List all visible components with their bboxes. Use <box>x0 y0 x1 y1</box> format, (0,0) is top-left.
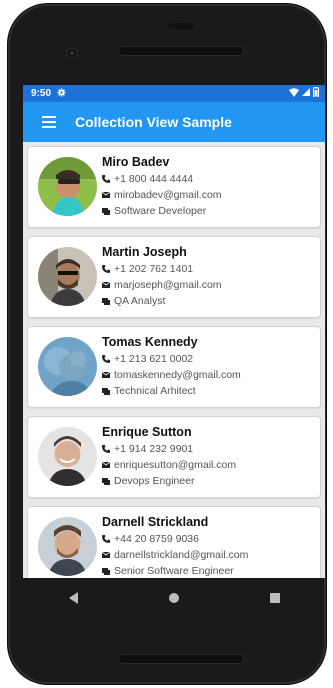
contact-role: QA Analyst <box>114 295 166 307</box>
email-icon <box>102 282 114 288</box>
contact-phone: +1 914 232 9901 <box>114 443 194 455</box>
status-time: 9:50 <box>31 88 52 99</box>
app-toolbar: Collection View Sample <box>23 102 325 142</box>
contact-role: Technical Arhitect <box>114 385 196 397</box>
contact-role: Senior Software Engineer <box>114 565 234 577</box>
contact-email: darnellstrickland@gmail.com <box>114 549 249 561</box>
contact-card[interactable]: Tomas Kennedy +1 213 621 0002 tomaskenne… <box>27 326 321 408</box>
contact-phone: +1 202 762 1401 <box>114 263 194 275</box>
hamburger-icon[interactable] <box>23 102 75 142</box>
battery-icon <box>313 87 319 100</box>
contact-card[interactable]: Martin Joseph +1 202 762 1401 marjoseph@… <box>27 236 321 318</box>
contact-role: Software Developer <box>114 205 207 217</box>
badge-icon <box>102 567 114 575</box>
contact-list: Miro Badev +1 800 444 4444 mirobadev@gma… <box>23 142 325 578</box>
contact-name: Martin Joseph <box>102 245 187 259</box>
avatar <box>38 337 97 396</box>
contact-name: Tomas Kennedy <box>102 335 198 349</box>
phone-icon <box>102 265 114 273</box>
signal-icon <box>302 88 310 99</box>
contact-phone: +1 213 621 0002 <box>114 353 194 365</box>
badge-icon <box>102 297 114 305</box>
phone-icon <box>102 355 114 363</box>
app-screen: 9:50 Collection View Sample Miro Badev +… <box>23 85 325 578</box>
contact-email: tomaskennedy@gmail.com <box>114 369 241 381</box>
contact-email: enriquesutton@gmail.com <box>114 459 237 471</box>
contact-email: marjoseph@gmail.com <box>114 279 222 291</box>
contact-name: Darnell Strickland <box>102 515 209 529</box>
email-icon <box>102 192 114 198</box>
gear-icon <box>57 87 66 100</box>
avatar <box>38 157 97 216</box>
earpiece-speaker <box>118 46 244 56</box>
email-icon <box>102 372 114 378</box>
phone-icon <box>102 175 114 183</box>
contact-role: Devops Engineer <box>114 475 195 487</box>
contact-name: Miro Badev <box>102 155 170 169</box>
badge-icon <box>102 387 114 395</box>
avatar <box>38 427 97 486</box>
email-icon <box>102 552 114 558</box>
recent-apps-icon[interactable] <box>269 593 280 603</box>
contact-phone: +44 20 8759 9036 <box>114 533 199 545</box>
badge-icon <box>102 207 114 215</box>
camera-lens <box>70 51 74 55</box>
contact-name: Enrique Sutton <box>102 425 192 439</box>
email-icon <box>102 462 114 468</box>
contact-email: mirobadev@gmail.com <box>114 189 222 201</box>
phone-top-slot <box>168 23 194 29</box>
contact-phone: +1 800 444 4444 <box>114 173 194 185</box>
contact-card[interactable]: Miro Badev +1 800 444 4444 mirobadev@gma… <box>27 146 321 228</box>
contact-card[interactable]: Darnell Strickland +44 20 8759 9036 darn… <box>27 506 321 578</box>
avatar <box>38 247 97 306</box>
phone-icon <box>102 445 114 453</box>
phone-icon <box>102 535 114 543</box>
bottom-speaker <box>118 654 244 664</box>
avatar <box>38 517 97 576</box>
back-icon[interactable] <box>68 592 78 604</box>
system-nav-bar <box>23 578 325 618</box>
contact-card[interactable]: Enrique Sutton +1 914 232 9901 enriquesu… <box>27 416 321 498</box>
page-title: Collection View Sample <box>75 114 232 130</box>
status-bar: 9:50 <box>23 85 325 102</box>
home-icon[interactable] <box>168 593 179 603</box>
badge-icon <box>102 477 114 485</box>
wifi-icon <box>289 87 299 100</box>
